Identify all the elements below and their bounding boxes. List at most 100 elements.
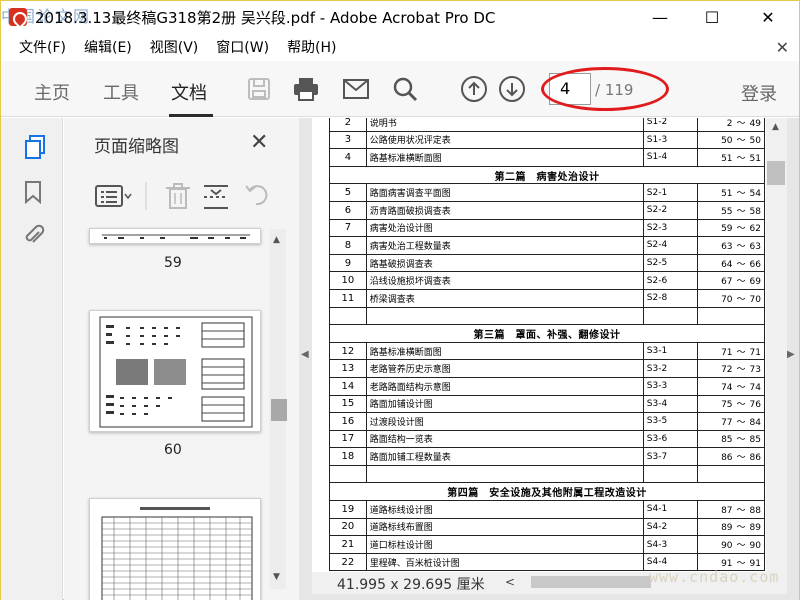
toc-row: 9 路基破损调查表 S2-5 64 ～ 66 — [329, 253, 766, 273]
toc-page-start: 86 — [721, 453, 733, 464]
toc-range-separator: ～ — [736, 382, 746, 393]
hscroll-left-arrow-icon[interactable]: < — [505, 575, 515, 589]
navigation-rail — [1, 118, 63, 600]
toc-number: 8 — [329, 236, 367, 255]
toc-code: S2-6 — [642, 271, 698, 290]
print-icon[interactable] — [292, 75, 320, 103]
toc-row: 13 老路管养历史示意图 S3-2 72 ～ 73 — [329, 359, 766, 378]
delete-page-icon[interactable] — [166, 183, 190, 209]
thumbnail-page-61[interactable] — [89, 498, 261, 600]
toc-number: 2 — [329, 118, 367, 132]
toc-row: 2 说明书 S1-2 2 ～ 49 — [329, 118, 766, 132]
save-icon[interactable] — [245, 75, 273, 103]
toc-page-range: 70 ～ 70 — [696, 288, 766, 308]
toc-row: 17 路面结构一览表 S3-6 85 ～ 85 — [329, 429, 766, 449]
toc-row: 3 公路使用状况评定表 S1-3 50 ～ 50 — [329, 130, 766, 150]
toc-title: 路面加铺工程数量表 — [365, 447, 644, 466]
menu-help[interactable]: 帮助(H) — [287, 37, 336, 57]
minimize-button[interactable]: — — [637, 1, 683, 33]
doc-scroll-up-arrow-icon[interactable]: ▲ — [772, 122, 779, 132]
toc-range-separator: ～ — [736, 505, 746, 516]
toc-page-range: 87 ～ 88 — [696, 500, 766, 519]
toc-page-start: 85 — [721, 435, 733, 446]
scroll-up-arrow-icon[interactable]: ▲ — [273, 235, 280, 245]
toc-number: 16 — [329, 412, 367, 431]
toc-page-range: 74 ～ 74 — [696, 376, 766, 396]
close-window-button[interactable]: ✕ — [745, 1, 791, 33]
menu-bar: 文件(F) 编辑(E) 视图(V) 窗口(W) 帮助(H) ✕ — [1, 33, 799, 61]
toc-title: 沥青路面破损调查表 — [365, 200, 644, 220]
toc-page-range: 59 ～ 62 — [696, 218, 766, 238]
toc-number: 7 — [329, 218, 367, 238]
next-page-icon[interactable] — [498, 75, 526, 103]
toc-title: 说明书 — [365, 118, 644, 132]
extract-page-icon[interactable] — [204, 185, 228, 209]
toc-page-end: 63 — [749, 241, 761, 252]
page-thumbnails-icon[interactable] — [23, 134, 47, 159]
menu-window[interactable]: 窗口(W) — [216, 37, 269, 57]
toc-number: 12 — [329, 341, 367, 361]
toc-range-separator: ～ — [736, 453, 746, 464]
close-panel-button[interactable]: ✕ — [250, 130, 268, 155]
toc-page-range: 89 ～ 89 — [696, 517, 766, 537]
toc-range-separator: ～ — [736, 118, 746, 129]
toc-number: 5 — [329, 183, 367, 202]
tab-document[interactable]: 文档 — [171, 79, 207, 105]
toc-range-separator: ～ — [736, 206, 746, 217]
search-icon[interactable] — [391, 75, 419, 103]
toc-page-start: 51 — [721, 189, 733, 200]
toc-title: 病害处治工程数量表 — [365, 236, 644, 255]
toc-title: 公路使用状况评定表 — [365, 130, 644, 150]
toc-number: 4 — [329, 148, 367, 167]
toc-page-end: 58 — [749, 206, 761, 217]
toc-range-separator: ～ — [736, 400, 746, 411]
toc-number: 14 — [329, 376, 367, 396]
collapse-right-panel-icon[interactable]: ▶ — [787, 349, 795, 360]
toc-page-end: 62 — [749, 224, 761, 235]
toc-row: 第三篇 罩面、补强、翻修设计 — [329, 324, 765, 343]
maximize-button[interactable]: ☐ — [689, 1, 735, 33]
previous-page-icon[interactable] — [460, 75, 488, 103]
toc-page-end: 54 — [749, 189, 761, 200]
thumbnail-page-60[interactable] — [89, 310, 261, 432]
email-icon[interactable] — [342, 75, 370, 103]
attachments-icon[interactable] — [23, 224, 47, 248]
toc-number: 19 — [329, 500, 367, 519]
menu-view[interactable]: 视图(V) — [150, 37, 199, 57]
menu-file[interactable]: 文件(F) — [19, 37, 66, 57]
login-link[interactable]: 登录 — [741, 80, 777, 106]
toc-title: 道路标线布置图 — [365, 517, 644, 537]
document-vertical-scrollbar[interactable]: ▲ — [766, 118, 787, 572]
toc-code: S3-3 — [642, 376, 698, 396]
tab-home[interactable]: 主页 — [34, 79, 70, 105]
toc-title: 里程碑、百米桩设计图 — [365, 552, 644, 572]
collapse-left-panel-icon[interactable]: ◀ — [301, 349, 309, 360]
thumbnail-page-59[interactable] — [89, 228, 261, 244]
toolbar: 主页 工具 文档 — [1, 61, 799, 117]
window-title: 2018.3.13最终稿G318第2册 吴兴段.pdf - Adobe Acro… — [35, 9, 496, 27]
toc-range-separator: ～ — [736, 541, 746, 552]
scroll-down-arrow-icon[interactable]: ▼ — [273, 572, 280, 582]
toc-row: 10 沿线设施损坏调查表 S2-6 67 ～ 69 — [329, 271, 766, 290]
toc-number: 15 — [329, 394, 367, 414]
document-scroll-thumb[interactable] — [767, 161, 785, 185]
toc-code: S1-4 — [642, 148, 698, 167]
tab-tools[interactable]: 工具 — [103, 79, 139, 105]
rotate-icon[interactable] — [245, 185, 268, 206]
toc-row: 18 路面加铺工程数量表 S3-7 86 ～ 86 — [329, 447, 766, 466]
thumbnail-scroll-thumb[interactable] — [271, 399, 287, 421]
toc-page-start: 77 — [721, 417, 733, 428]
toc-range-separator: ～ — [736, 435, 746, 446]
toc-row: 14 老路路面结构示意图 S3-3 74 ～ 74 — [329, 376, 766, 396]
toc-number: 13 — [329, 359, 367, 378]
horizontal-scroll-thumb[interactable] — [531, 576, 651, 588]
close-document-button[interactable]: ✕ — [776, 38, 789, 57]
toc-code: S2-4 — [642, 236, 698, 255]
toc-page-end: 86 — [749, 453, 761, 464]
menu-edit[interactable]: 编辑(E) — [84, 37, 132, 57]
toc-page-start: 87 — [721, 505, 733, 516]
options-menu-icon[interactable] — [95, 185, 132, 207]
bookmarks-icon[interactable] — [23, 180, 47, 205]
toc-page-end: 70 — [749, 294, 761, 305]
toc-code: S1-2 — [642, 118, 698, 132]
